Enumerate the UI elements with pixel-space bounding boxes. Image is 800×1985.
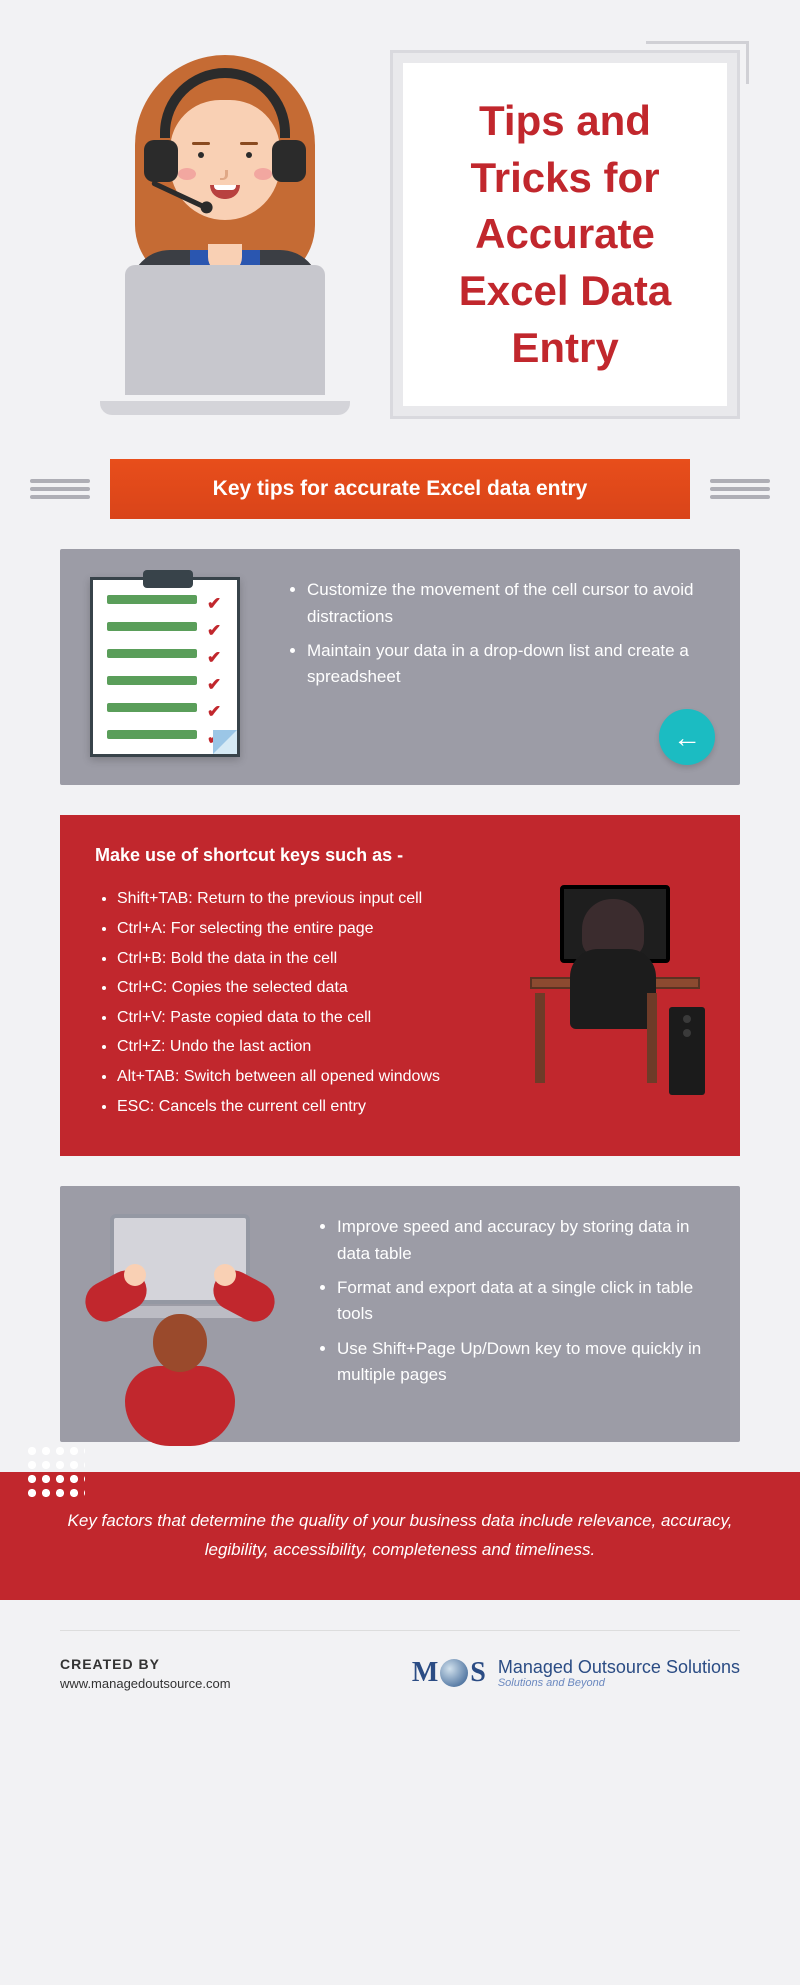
page-title: Tips and Tricks for Accurate Excel Data … (423, 93, 707, 376)
created-url[interactable]: www.managedoutsource.com (60, 1676, 231, 1691)
person-icon (110, 50, 340, 280)
tips-card-2: Improve speed and accuracy by storing da… (60, 1186, 740, 1442)
hero-section: Tips and Tricks for Accurate Excel Data … (60, 50, 740, 419)
tip-item: Maintain your data in a drop-down list a… (307, 638, 710, 691)
title-box: Tips and Tricks for Accurate Excel Data … (390, 50, 740, 419)
infographic-page: Tips and Tricks for Accurate Excel Data … (0, 0, 800, 1721)
tips-list-1: Customize the movement of the cell curso… (285, 577, 710, 757)
footer: CREATED BY www.managedoutsource.com M S … (60, 1630, 740, 1691)
shortcuts-card: Make use of shortcut keys such as - Shif… (60, 815, 740, 1156)
tips-list-2: Improve speed and accuracy by storing da… (315, 1214, 710, 1414)
tip-item: Improve speed and accuracy by storing da… (337, 1214, 710, 1267)
shortcuts-heading: Make use of shortcut keys such as - (95, 845, 705, 866)
section-banner: Key tips for accurate Excel data entry (0, 459, 800, 519)
created-label: CREATED BY (60, 1656, 231, 1672)
brand-block: M S Managed Outsource Solutions Solution… (412, 1657, 740, 1689)
tip-item: Customize the movement of the cell curso… (307, 577, 710, 630)
brand-tagline: Solutions and Beyond (498, 1677, 740, 1689)
decoration-stripes-left (30, 475, 90, 503)
hero-illustration (60, 50, 360, 410)
tip-item: Use Shift+Page Up/Down key to move quick… (337, 1336, 710, 1389)
shortcut-item: ESC: Cancels the current cell entry (117, 1092, 705, 1122)
tips-card-1: ✔ ✔ ✔ ✔ ✔ ✔ Customize the movement of th… (60, 549, 740, 785)
tip-item: Format and export data at a single click… (337, 1275, 710, 1328)
globe-icon (440, 1659, 468, 1687)
quote-block: Key factors that determine the quality o… (0, 1472, 800, 1600)
desk-worker-icon (525, 885, 715, 1095)
brand-logo-icon: M S (412, 1657, 486, 1689)
laptop-icon (100, 265, 350, 415)
decoration-stripes-right (710, 475, 770, 503)
topdown-laptop-icon (90, 1214, 290, 1414)
brand-text: Managed Outsource Solutions Solutions an… (498, 1658, 740, 1690)
banner-text: Key tips for accurate Excel data entry (110, 459, 690, 519)
brand-name: Managed Outsource Solutions (498, 1657, 740, 1677)
quote-text: Key factors that determine the quality o… (68, 1511, 733, 1559)
clipboard-icon: ✔ ✔ ✔ ✔ ✔ ✔ (90, 577, 260, 757)
created-by: CREATED BY www.managedoutsource.com (60, 1656, 231, 1691)
